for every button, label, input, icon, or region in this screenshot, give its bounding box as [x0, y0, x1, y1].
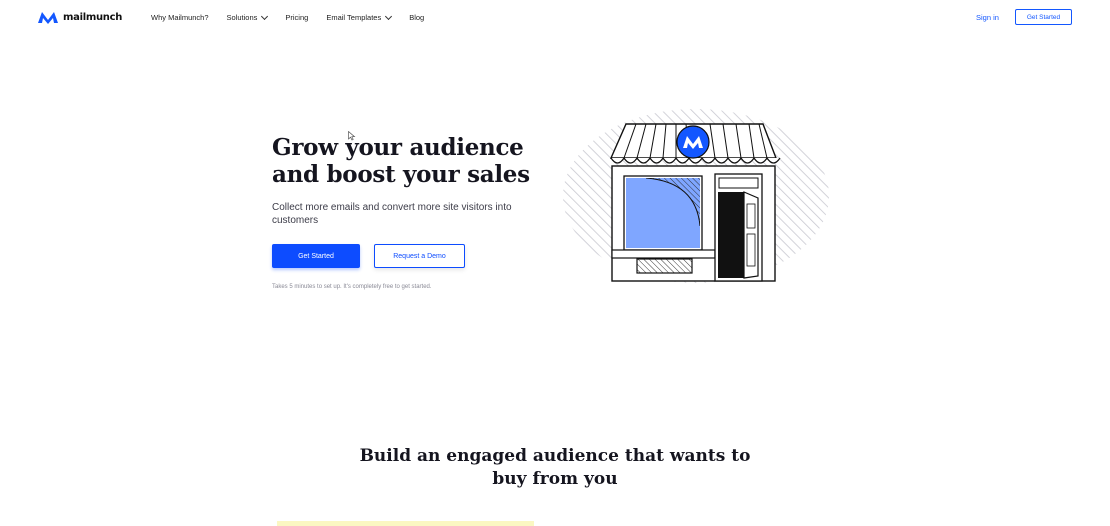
storefront-illustration	[563, 109, 829, 283]
store-sign-badge	[676, 125, 710, 159]
mailmunch-logo[interactable]: mailmunch	[37, 10, 122, 25]
nav-email-templates-label: Email Templates	[326, 13, 382, 22]
hero-title-line-1: Grow your audience	[272, 134, 524, 161]
request-demo-button[interactable]: Request a Demo	[374, 244, 465, 268]
mailmunch-logo-icon	[38, 12, 58, 24]
shop-window	[623, 175, 703, 251]
nav-why-mailmunch[interactable]: Why Mailmunch?	[151, 13, 209, 22]
hero-title-line-2: and boost your sales	[272, 161, 530, 188]
main-menu: Why Mailmunch? Solutions Pricing Email T…	[151, 12, 424, 22]
chevron-down-icon	[261, 12, 269, 20]
section-title-line-2: buy from you	[492, 469, 618, 489]
nav-email-templates[interactable]: Email Templates	[326, 12, 393, 22]
nav-solutions[interactable]: Solutions	[226, 12, 269, 22]
nav-pricing[interactable]: Pricing	[285, 13, 308, 22]
get-started-button[interactable]: Get Started	[272, 244, 360, 268]
top-navigation: mailmunch Why Mailmunch? Solutions Prici…	[0, 0, 1110, 38]
nav-get-started-button[interactable]: Get Started	[1015, 9, 1072, 25]
nav-pricing-label: Pricing	[285, 13, 309, 22]
brand-name: mailmunch	[63, 12, 123, 23]
nav-blog[interactable]: Blog	[409, 13, 424, 22]
yellow-highlight-strip	[277, 521, 534, 526]
hero-subtitle: Collect more emails and convert more sit…	[272, 202, 512, 226]
hero-note: Takes 5 minutes to set up. It's complete…	[272, 284, 432, 290]
section-title-line-1: Build an engaged audience that wants to	[359, 446, 751, 466]
nav-solutions-label: Solutions	[226, 13, 258, 22]
shop-door	[714, 173, 763, 282]
nav-why-mailmunch-label: Why Mailmunch?	[151, 13, 209, 22]
section-title: Build an engaged audience that wants to …	[355, 445, 755, 491]
chevron-down-icon	[385, 12, 393, 20]
mouse-cursor-icon	[348, 131, 356, 141]
storefront-building	[609, 123, 781, 282]
sign-in-link[interactable]: Sign in	[976, 13, 999, 22]
nav-blog-label: Blog	[409, 13, 425, 22]
hero-title: Grow your audience and boost your sales	[272, 134, 532, 188]
